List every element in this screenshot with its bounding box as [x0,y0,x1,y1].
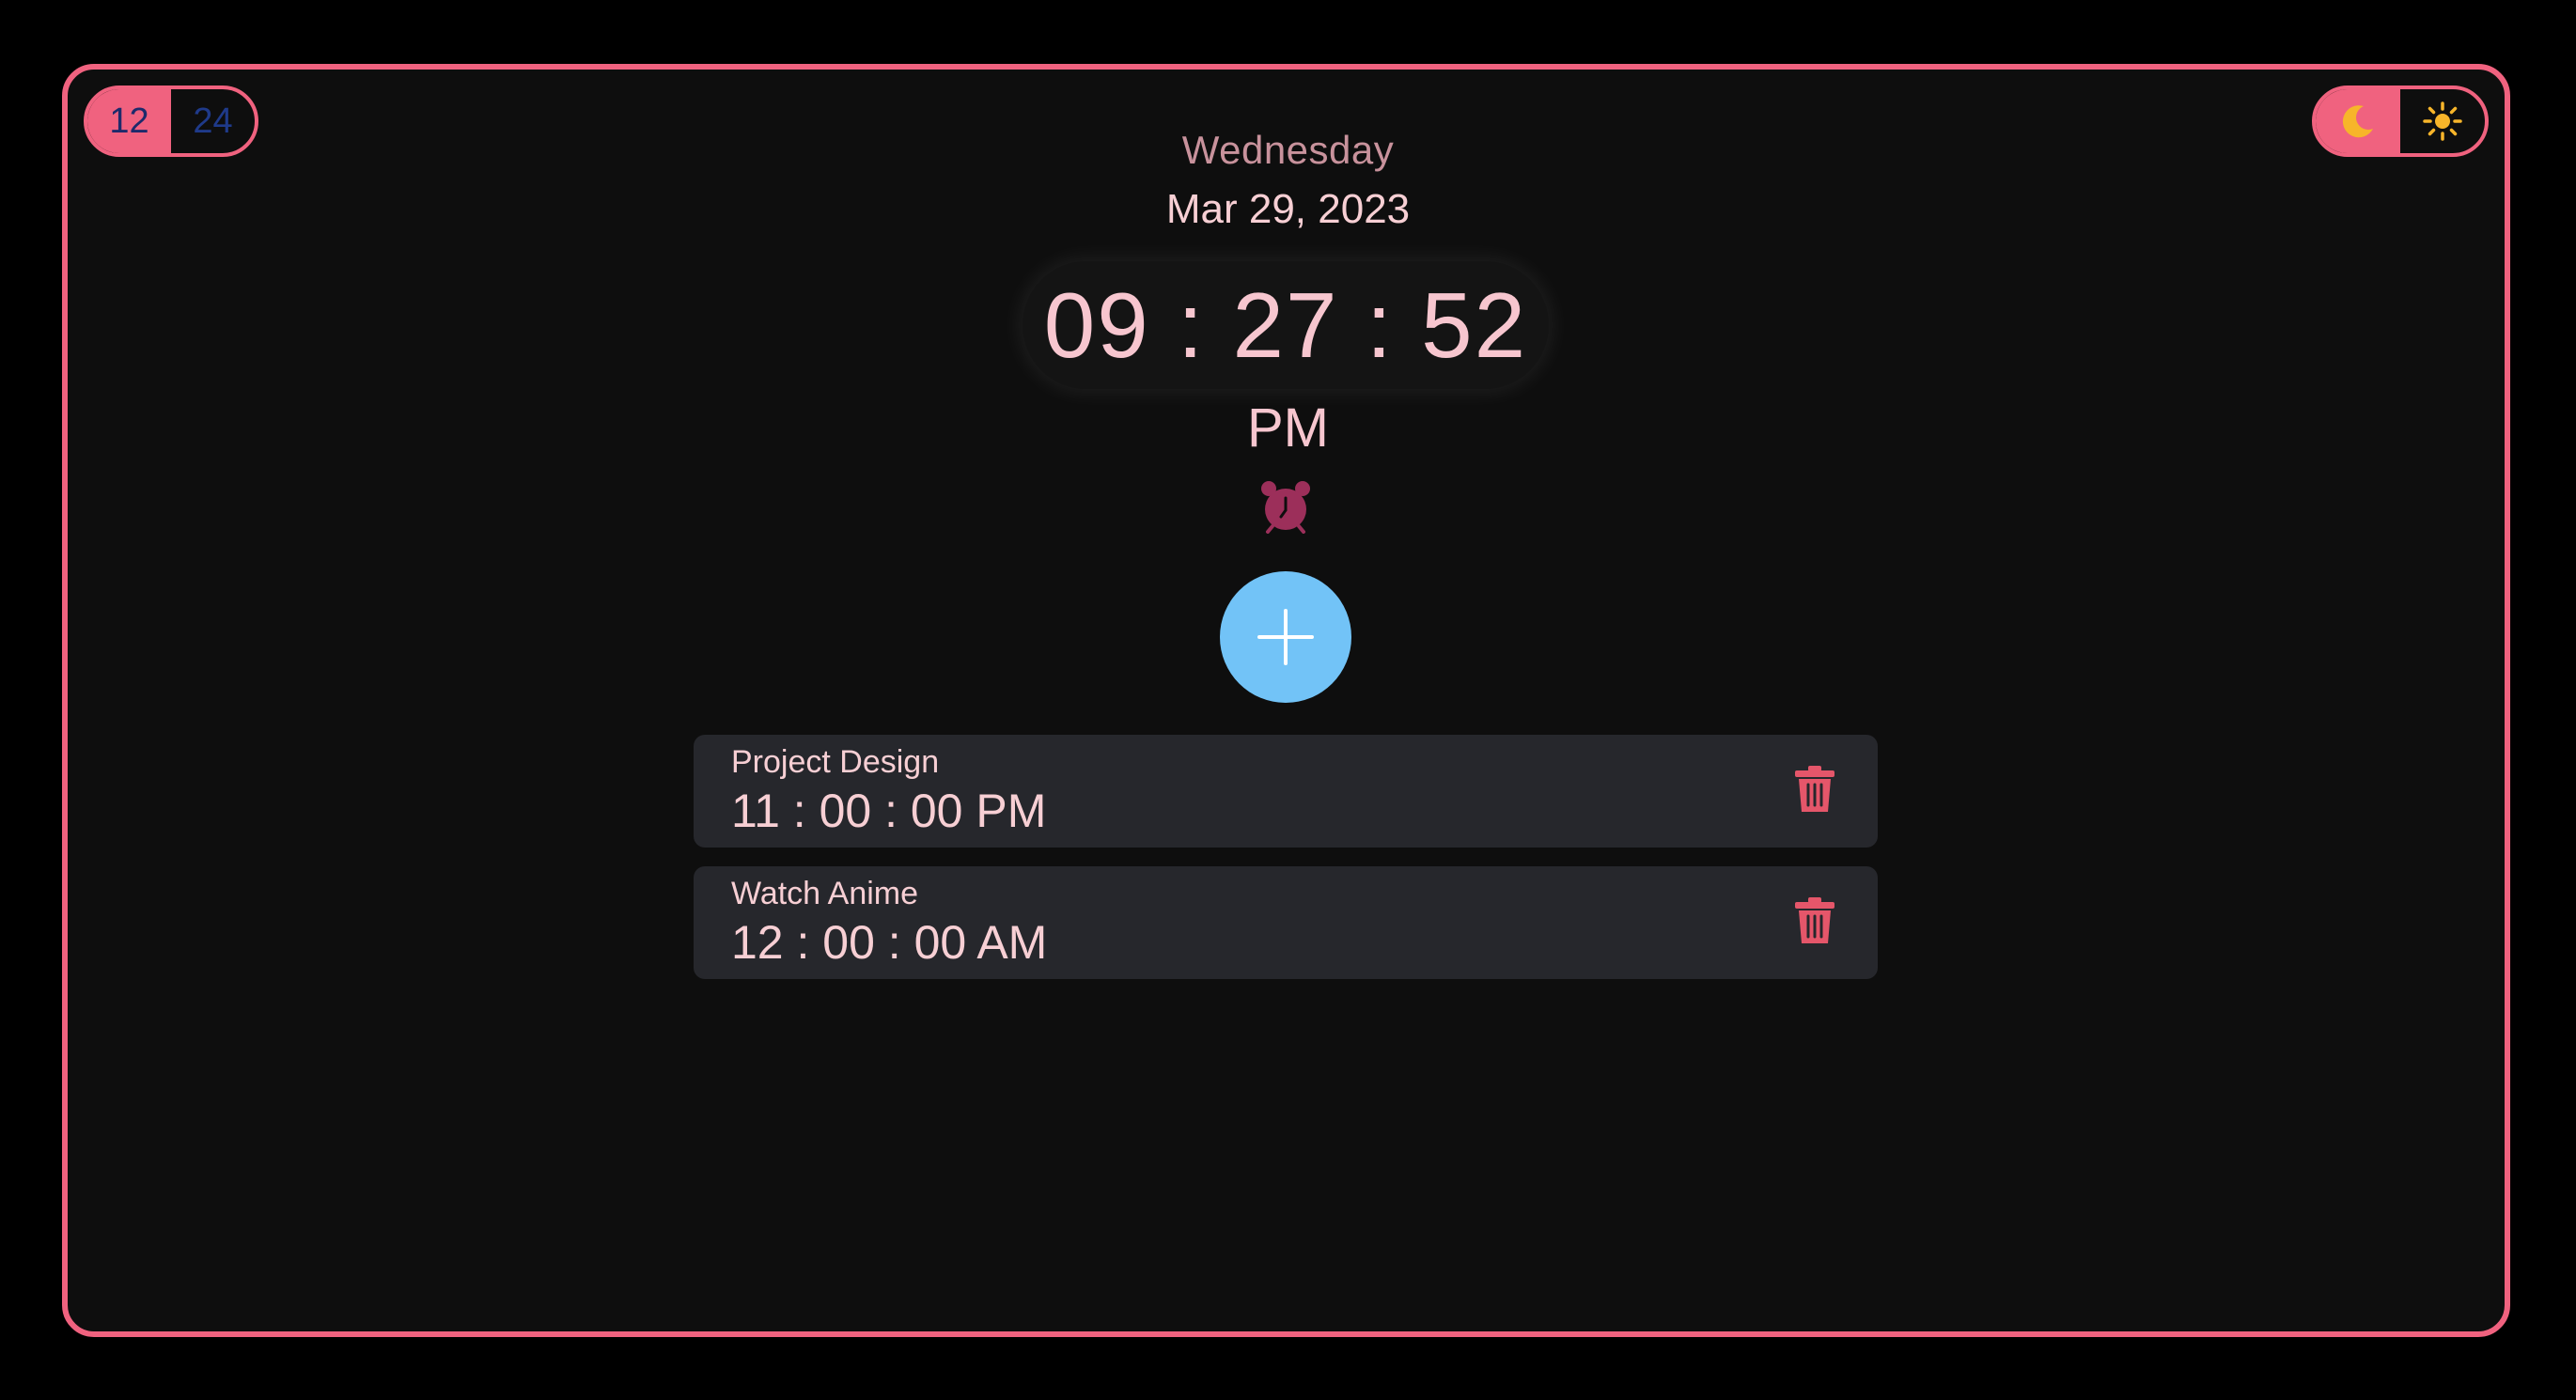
trash-icon[interactable] [1793,896,1836,945]
weekday-label: Wednesday [1181,128,1395,172]
date-label: Mar 29, 2023 [1165,186,1411,232]
alarm-time: 12 : 00 : 00 AM [731,916,1048,969]
alarm-clock-icon [1261,481,1310,534]
add-alarm-button[interactable] [1220,571,1351,703]
clock-time: 09 : 27 : 52 [1043,272,1528,377]
alarm-title: Watch Anime [731,876,919,911]
alarm-item: Project Design 11 : 00 : 00 PM [694,735,1878,848]
alarm-item: Watch Anime 12 : 00 : 00 AM [694,866,1878,979]
alarm-title: Project Design [731,744,940,780]
am-pm-label: PM [1247,397,1329,459]
alarm-list: Project Design 11 : 00 : 00 PM Watch Ani… [694,735,1878,998]
digital-clock: 09 : 27 : 52 [1023,261,1549,389]
alarm-time: 11 : 00 : 00 PM [731,785,1047,837]
trash-icon[interactable] [1793,765,1836,814]
plus-icon [1257,609,1314,665]
